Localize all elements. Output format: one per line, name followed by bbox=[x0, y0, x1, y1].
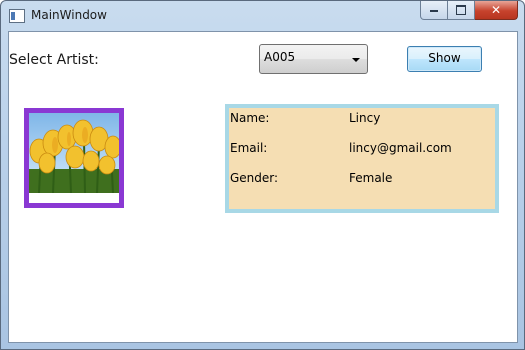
email-label: Email: bbox=[230, 141, 268, 155]
maximize-icon bbox=[456, 5, 466, 15]
artist-photo-frame bbox=[24, 108, 124, 208]
artist-combobox-value: A005 bbox=[264, 50, 296, 64]
window-title: MainWindow bbox=[31, 8, 107, 22]
minimize-icon bbox=[430, 10, 438, 12]
artist-details-panel: Name: Lincy Email: lincy@gmail.com Gende… bbox=[225, 104, 499, 213]
main-window: MainWindow ✕ Select Artist: A005 Show Na… bbox=[0, 0, 525, 350]
title-bar[interactable]: MainWindow ✕ bbox=[1, 1, 524, 31]
name-label: Name: bbox=[230, 111, 270, 125]
client-area: Select Artist: A005 Show Name: Lincy Ema… bbox=[8, 31, 518, 343]
gender-value: Female bbox=[349, 171, 393, 185]
gender-label: Gender: bbox=[230, 171, 279, 185]
window-app-icon[interactable] bbox=[9, 9, 25, 23]
close-button[interactable]: ✕ bbox=[475, 1, 518, 20]
show-button[interactable]: Show bbox=[407, 46, 482, 72]
minimize-button[interactable] bbox=[420, 1, 448, 20]
artist-combobox[interactable]: A005 bbox=[259, 44, 368, 74]
select-artist-label: Select Artist: bbox=[9, 52, 99, 68]
caption-buttons: ✕ bbox=[420, 1, 518, 21]
dropdown-arrow-icon bbox=[352, 58, 360, 62]
close-icon: ✕ bbox=[491, 3, 502, 17]
name-value: Lincy bbox=[349, 111, 381, 125]
artist-photo bbox=[29, 113, 119, 193]
email-value: lincy@gmail.com bbox=[349, 141, 452, 155]
maximize-button[interactable] bbox=[448, 1, 475, 20]
